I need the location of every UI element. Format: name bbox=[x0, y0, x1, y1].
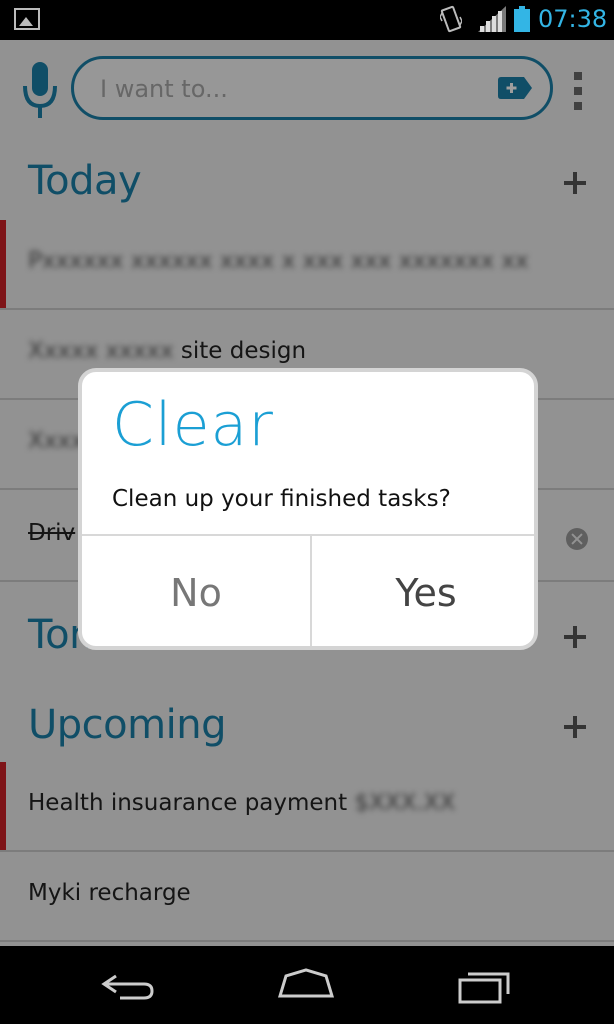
clock: 07:38 bbox=[538, 5, 608, 33]
status-bar: 07:38 bbox=[0, 0, 614, 40]
back-icon[interactable] bbox=[98, 964, 158, 1006]
battery-icon bbox=[514, 6, 530, 32]
yes-button[interactable]: Yes bbox=[310, 536, 534, 646]
recent-apps-icon[interactable] bbox=[456, 964, 516, 1006]
home-icon[interactable] bbox=[276, 964, 336, 1006]
clear-dialog: Clear Clean up your finished tasks? No Y… bbox=[78, 368, 538, 650]
no-button[interactable]: No bbox=[82, 536, 310, 646]
vibrate-icon bbox=[440, 5, 462, 33]
navigation-bar bbox=[0, 946, 614, 1024]
gallery-icon bbox=[14, 8, 40, 30]
dialog-title: Clear bbox=[112, 390, 274, 460]
dialog-message: Clean up your finished tasks? bbox=[112, 486, 451, 512]
signal-icon bbox=[478, 6, 506, 32]
